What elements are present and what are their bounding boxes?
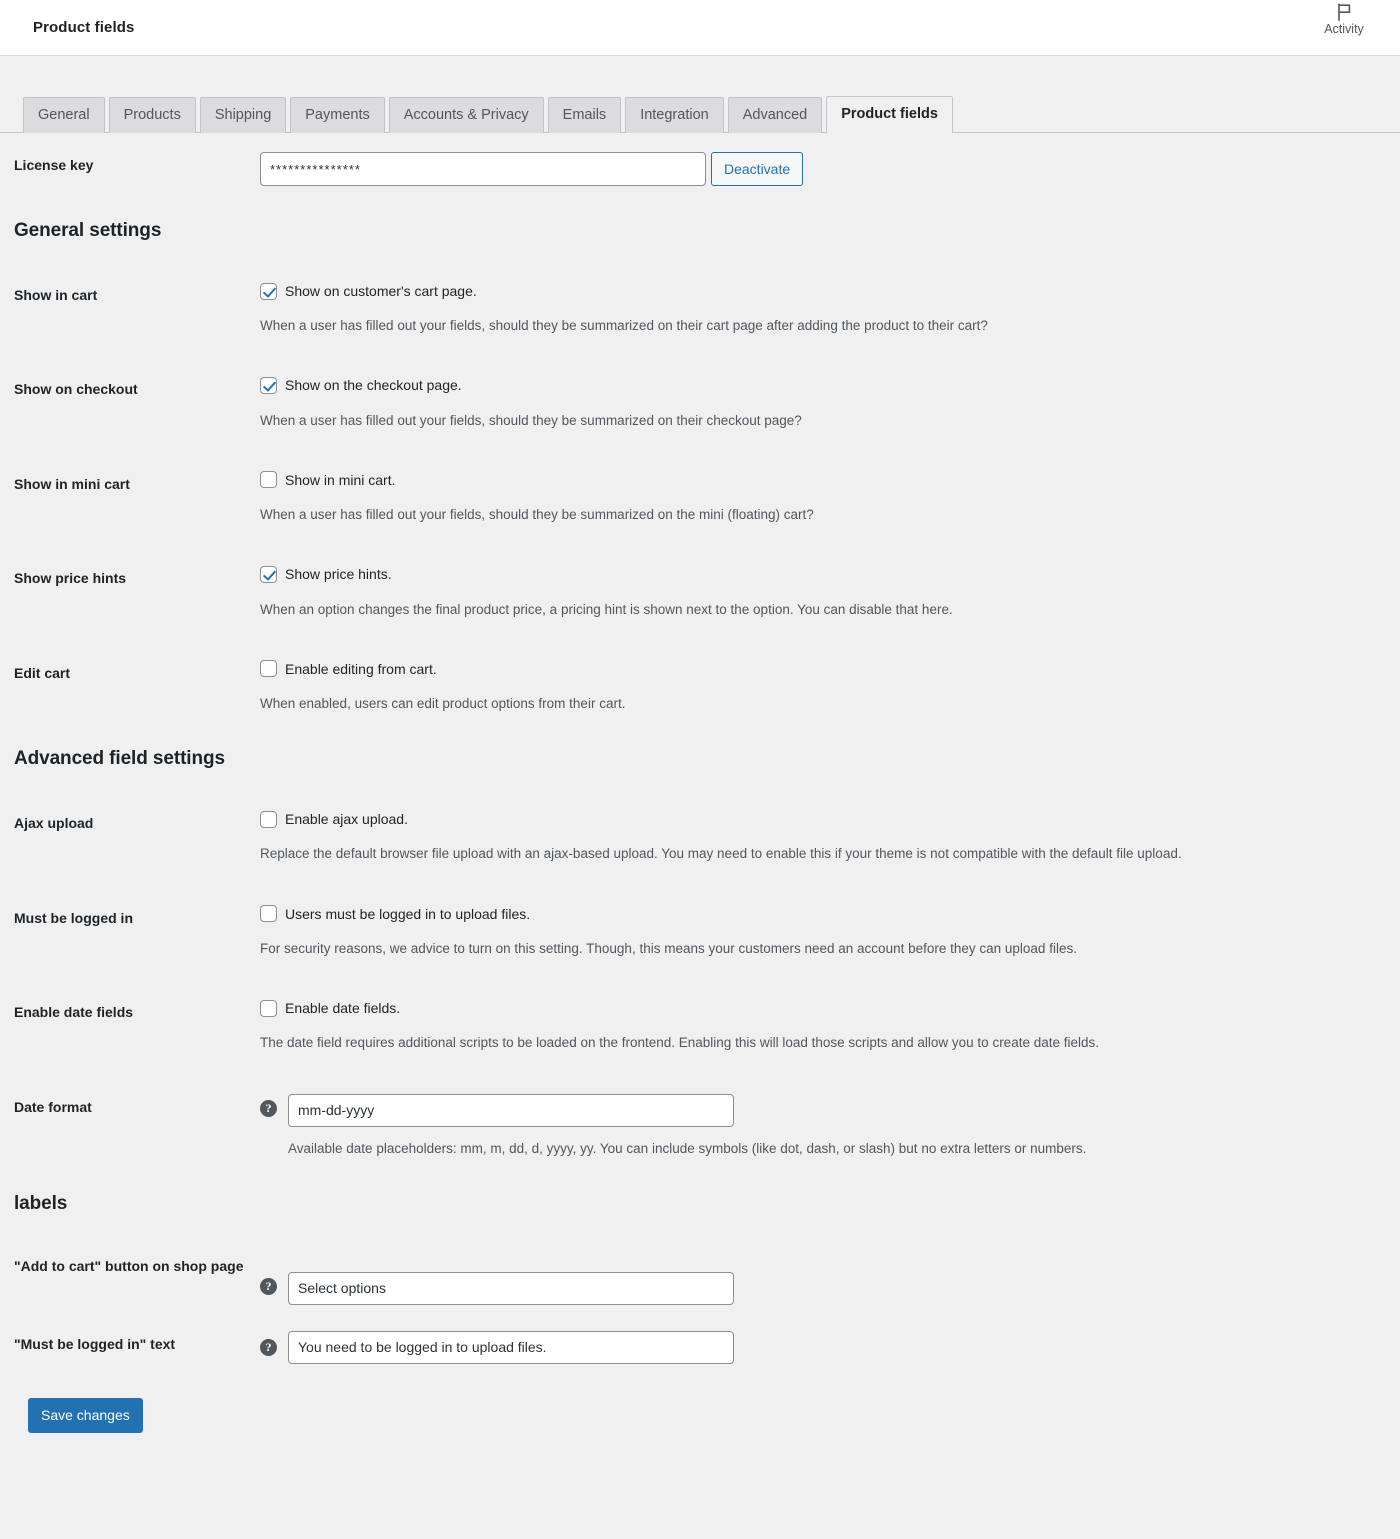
settings-form: License key Deactivate General settings …: [0, 133, 1400, 1433]
license-key-field: Deactivate: [260, 152, 1382, 186]
tab-product-fields[interactable]: Product fields: [826, 95, 953, 133]
row-label-setting: "Must be logged in" text?: [14, 1305, 1382, 1364]
setting-label: Show in mini cart: [14, 475, 130, 492]
row-show-in-cart: Show in cart Show on customer's cart page…: [14, 242, 1382, 336]
setting-description: Replace the default browser file upload …: [260, 846, 1182, 862]
license-key-input[interactable]: [260, 152, 706, 186]
checkbox[interactable]: [260, 660, 277, 678]
checkbox[interactable]: [260, 810, 277, 828]
setting-label: Enable date fields: [14, 1004, 134, 1021]
label-settings-rows: "Add to cart" button on shop page?"Must …: [14, 1215, 1382, 1364]
save-changes-button[interactable]: Save changes: [28, 1397, 143, 1433]
setting-label: Must be logged in: [14, 909, 133, 926]
tab-advanced[interactable]: Advanced: [727, 96, 823, 133]
tab-integration[interactable]: Integration: [625, 96, 724, 133]
setting-description: When a user has filled out your fields, …: [260, 412, 802, 428]
row-date-format: Date format ? Available date placeholder…: [14, 1054, 1382, 1159]
activity-button[interactable]: Activity: [1310, 3, 1378, 36]
checkbox-label[interactable]: Show on the checkout page.: [285, 376, 462, 394]
checkbox[interactable]: [260, 282, 277, 300]
settings-tabs-wrapper: General Products Shipping Payments Accounts …: [0, 56, 1400, 133]
row-show-in-mini-cart: Show in mini cart Show in mini cart. When …: [14, 431, 1382, 525]
help-icon[interactable]: ?: [260, 1099, 277, 1117]
setting-field: Show in mini cart. When a user has filled…: [260, 471, 1382, 525]
setting-label: Ajax upload: [14, 815, 94, 832]
row-show-on-checkout: Show on checkout Show on the checkout pag…: [14, 336, 1382, 430]
checkbox[interactable]: [260, 471, 277, 489]
setting-description: The date field requires additional scrip…: [260, 1035, 1100, 1051]
checkbox[interactable]: [260, 377, 277, 395]
setting-field: Show price hints. When an option changes …: [260, 565, 1382, 619]
tab-accounts-privacy[interactable]: Accounts & Privacy: [388, 96, 544, 133]
row-label-setting: "Add to cart" button on shop page?: [14, 1215, 1382, 1305]
setting-description: When enabled, users can edit product opt…: [260, 695, 626, 711]
tab-shipping[interactable]: Shipping: [199, 96, 287, 133]
tab-general[interactable]: General: [23, 96, 105, 133]
row-ajax-upload: Ajax upload Enable ajax upload. Replace th…: [14, 770, 1382, 864]
date-format-field: Available date placeholders: mm, m, dd, …: [288, 1093, 1382, 1159]
setting-field: Enable ajax upload. Replace the default b…: [260, 810, 1382, 864]
checkbox[interactable]: [260, 999, 277, 1017]
setting-description: For security reasons, we advice to turn …: [260, 940, 1077, 956]
checkbox-label[interactable]: Enable ajax upload.: [285, 810, 408, 828]
checkbox[interactable]: [260, 905, 277, 923]
row-must-be-logged-in: Must be logged in Users must be logged in…: [14, 865, 1382, 959]
checkbox-label[interactable]: Show in mini cart.: [285, 471, 395, 489]
label-setting-input[interactable]: [288, 1330, 734, 1364]
checkbox-label[interactable]: Enable editing from cart.: [285, 660, 437, 678]
settings-tabs: General Products Shipping Payments Accounts …: [0, 95, 1400, 133]
setting-field: Show on customer's cart page. When a user…: [260, 282, 1382, 336]
date-format-help[interactable]: ?: [260, 1094, 288, 1117]
setting-label: Show on checkout: [14, 381, 138, 398]
general-settings-rows: Show in cart Show on customer's cart page…: [14, 242, 1382, 714]
row-enable-date-fields: Enable date fields Enable date fields. The…: [14, 959, 1382, 1053]
setting-label: Show price hints: [14, 570, 127, 587]
help-icon[interactable]: ?: [260, 1277, 277, 1295]
section-heading-advanced: Advanced field settings: [14, 748, 225, 770]
help-icon[interactable]: ?: [260, 1338, 277, 1356]
label-setting-help[interactable]: ?: [260, 1253, 288, 1295]
setting-field: Users must be logged in to upload files.…: [260, 905, 1382, 959]
label-setting-label: "Add to cart" button on shop page: [14, 1257, 244, 1274]
section-heading-labels: labels: [14, 1192, 68, 1214]
date-format-description: Available date placeholders: mm, m, dd, …: [288, 1140, 1087, 1156]
label-setting-help[interactable]: ?: [260, 1331, 288, 1356]
activity-label: Activity: [1324, 22, 1364, 36]
row-edit-cart: Edit cart Enable editing from cart. When e…: [14, 620, 1382, 714]
setting-field: Enable editing from cart. When enabled, u…: [260, 660, 1382, 714]
date-format-input[interactable]: [288, 1093, 734, 1127]
setting-field: Enable date fields. The date field requir…: [260, 999, 1382, 1053]
row-show-price-hints: Show price hints Show price hints. When an…: [14, 525, 1382, 619]
row-license-key: License key Deactivate: [14, 133, 1382, 186]
tab-payments[interactable]: Payments: [290, 96, 385, 133]
checkbox[interactable]: [260, 565, 277, 583]
tab-emails[interactable]: Emails: [547, 96, 622, 133]
checkbox-label[interactable]: Show on customer's cart page.: [285, 282, 477, 300]
flag-icon: [1310, 3, 1378, 21]
license-key-label: License key: [14, 157, 94, 173]
label-setting-field: [288, 1253, 1382, 1305]
date-format-label: Date format: [14, 1098, 92, 1115]
setting-label: Show in cart: [14, 287, 98, 303]
page-header: Product fields Activity: [0, 0, 1400, 56]
checkbox-label[interactable]: Show price hints.: [285, 565, 392, 583]
setting-label: Edit cart: [14, 664, 71, 681]
advanced-settings-rows: Ajax upload Enable ajax upload. Replace th…: [14, 770, 1382, 1053]
setting-field: Show on the checkout page. When a user ha…: [260, 376, 1382, 430]
label-setting-input[interactable]: [288, 1271, 734, 1305]
tab-products[interactable]: Products: [108, 96, 196, 133]
page-title: Product fields: [33, 19, 135, 36]
setting-description: When an option changes the final product…: [260, 601, 953, 617]
setting-description: When a user has filled out your fields, …: [260, 507, 814, 523]
deactivate-button[interactable]: Deactivate: [711, 152, 804, 186]
label-setting-field: [288, 1330, 1382, 1364]
setting-description: When a user has filled out your fields, …: [260, 318, 988, 334]
section-heading-general: General settings: [14, 220, 162, 241]
label-setting-label: "Must be logged in" text: [14, 1335, 176, 1352]
checkbox-label[interactable]: Enable date fields.: [285, 999, 400, 1017]
checkbox-label[interactable]: Users must be logged in to upload files.: [285, 905, 530, 923]
